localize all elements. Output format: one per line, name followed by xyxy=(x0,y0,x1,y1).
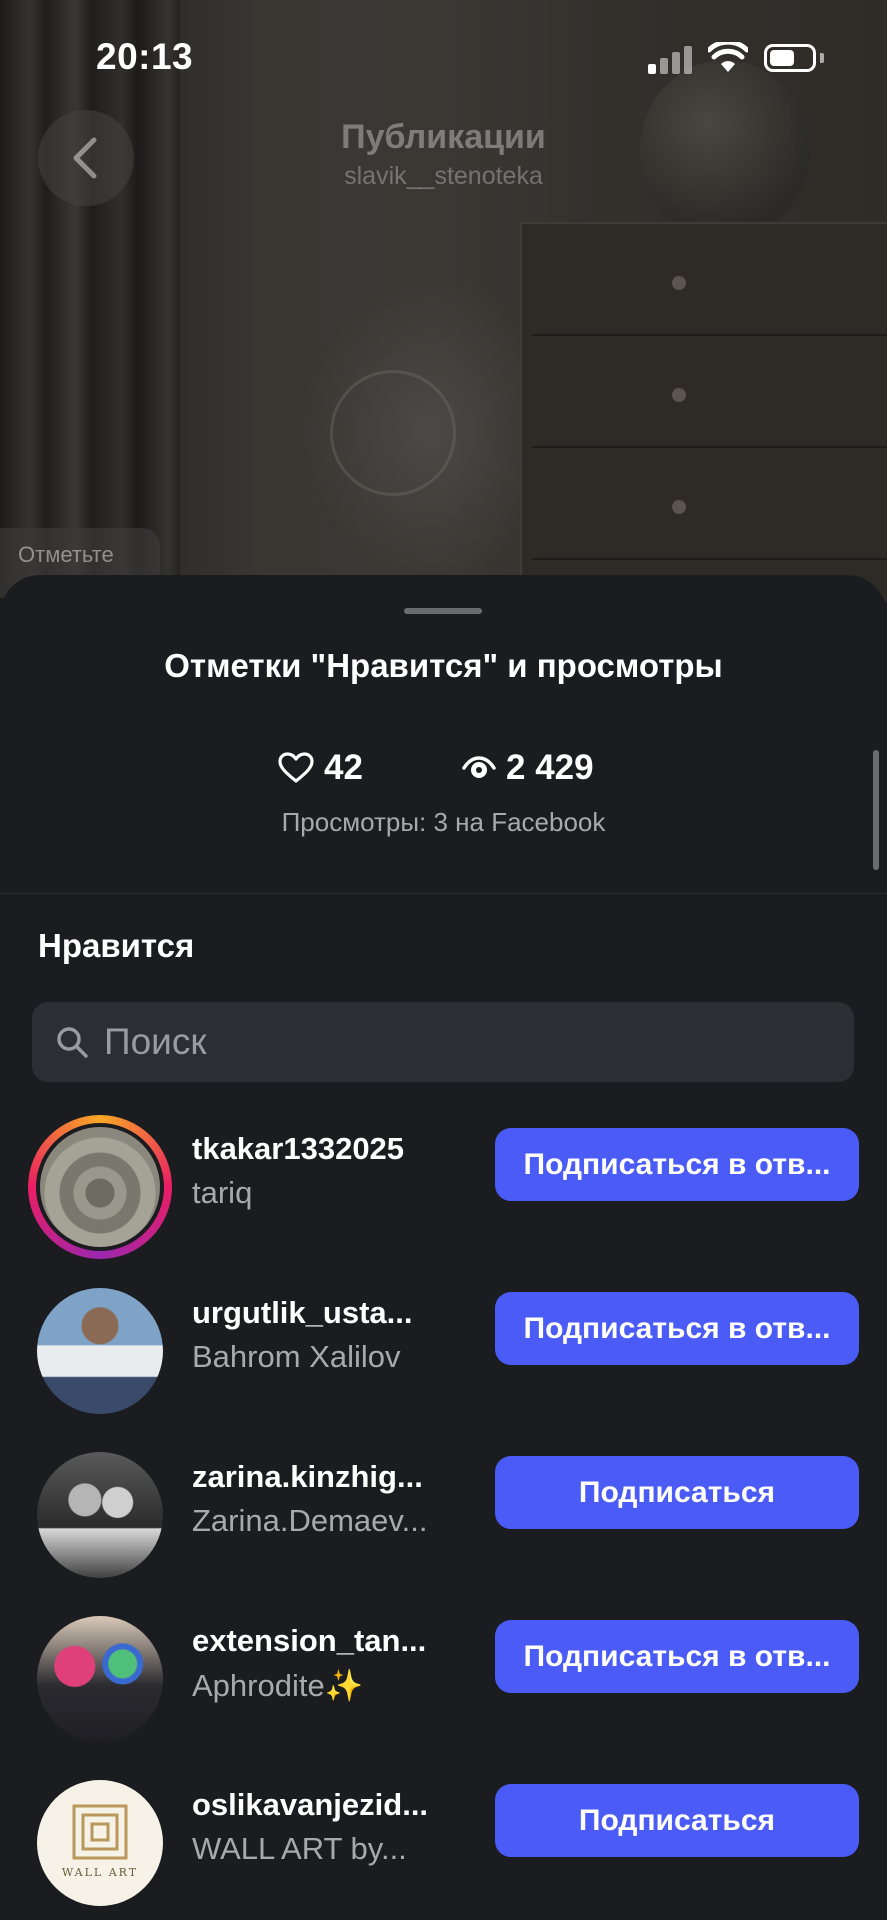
wall-ornament-graphic xyxy=(330,370,456,496)
sheet-title: Отметки "Нравится" и просмотры xyxy=(164,647,723,684)
list-item[interactable]: zarina.kinzhig... Zarina.Demaev... Подпи… xyxy=(0,1423,887,1587)
stats-row: 42 2 429 xyxy=(0,748,887,798)
page-title: Публикации xyxy=(341,118,546,156)
search-input[interactable]: Поиск xyxy=(32,1002,854,1082)
scrollbar[interactable] xyxy=(873,750,879,870)
page-subtitle: slavik__stenoteka xyxy=(344,162,543,190)
full-name: Bahrom Xalilov xyxy=(192,1339,401,1374)
search-icon xyxy=(57,1027,88,1058)
full-name: WALL ART by... xyxy=(192,1831,407,1866)
status-time: 20:13 xyxy=(96,36,194,77)
username[interactable]: urgutlik_usta... xyxy=(192,1295,412,1331)
sheet-grabber[interactable] xyxy=(404,608,482,614)
story-ring[interactable] xyxy=(28,1115,172,1259)
follow-back-button[interactable]: Подписаться в отв... xyxy=(495,1128,859,1201)
list-item[interactable]: tkakar1332025 tariq Подписаться в отв... xyxy=(0,1095,887,1259)
avatar-wrap[interactable] xyxy=(28,1607,172,1751)
status-bar: 20:13 xyxy=(0,0,887,110)
cellular-signal-icon xyxy=(648,46,692,74)
avatar-wrap[interactable] xyxy=(28,1279,172,1423)
avatar-wrap[interactable]: WALL ART xyxy=(28,1771,172,1915)
username[interactable]: oslikavanjezid... xyxy=(192,1787,428,1823)
follow-back-button[interactable]: Подписаться в отв... xyxy=(495,1620,859,1693)
dresser-drawer xyxy=(532,448,887,560)
follow-button[interactable]: Подписаться xyxy=(495,1456,859,1529)
avatar xyxy=(37,1616,163,1742)
svg-text:WALL ART: WALL ART xyxy=(62,1866,138,1879)
dresser-drawer xyxy=(532,224,887,336)
battery-icon xyxy=(764,44,816,72)
dresser-graphic xyxy=(520,222,887,602)
list-item[interactable]: WALL ART oslikavanjezid... WALL ART by..… xyxy=(0,1751,887,1915)
list-item[interactable]: extension_tan... Aphrodite✨ Подписаться … xyxy=(0,1587,887,1751)
avatar: WALL ART xyxy=(37,1780,163,1906)
battery-tip xyxy=(820,53,824,63)
username[interactable]: zarina.kinzhig... xyxy=(192,1459,423,1495)
full-name: Zarina.Demaev... xyxy=(192,1503,428,1538)
views-stat: 2 429 xyxy=(462,748,594,788)
likes-stat: 42 xyxy=(278,748,363,788)
avatar xyxy=(36,1123,164,1251)
avatar xyxy=(37,1452,163,1578)
likes-views-sheet: Отметки "Нравится" и просмотры 42 2 429 … xyxy=(0,575,887,1920)
likes-section-title: Нравится xyxy=(38,927,195,964)
avatar-wrap[interactable] xyxy=(28,1443,172,1587)
follow-back-button[interactable]: Подписаться в отв... xyxy=(495,1292,859,1365)
eye-icon xyxy=(462,756,496,778)
dresser-drawer xyxy=(532,336,887,448)
avatar xyxy=(37,1288,163,1414)
username[interactable]: tkakar1332025 xyxy=(192,1131,404,1167)
full-name: Aphrodite✨ xyxy=(192,1668,364,1703)
follow-button[interactable]: Подписаться xyxy=(495,1784,859,1857)
list-item[interactable]: urgutlik_usta... Bahrom Xalilov Подписат… xyxy=(0,1259,887,1423)
views-note: Просмотры: 3 на Facebook xyxy=(281,807,606,837)
divider xyxy=(0,893,887,894)
full-name: tariq xyxy=(192,1175,253,1210)
views-count: 2 429 xyxy=(506,748,594,787)
wall-art-logo: WALL ART xyxy=(62,1804,138,1879)
username[interactable]: extension_tan... xyxy=(192,1623,426,1659)
likes-count: 42 xyxy=(324,748,363,787)
heart-icon xyxy=(278,752,314,783)
search-placeholder: Поиск xyxy=(104,1021,207,1062)
wifi-icon xyxy=(708,42,748,72)
